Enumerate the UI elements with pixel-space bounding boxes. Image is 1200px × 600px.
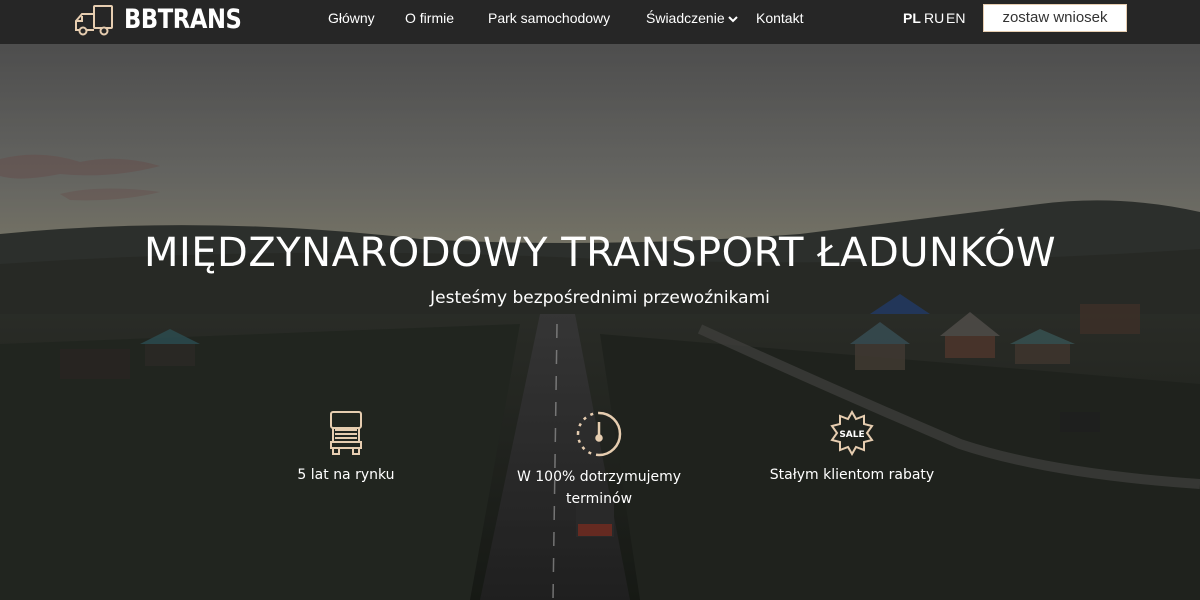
svg-text:SALE: SALE (839, 430, 864, 440)
nav-item-about[interactable]: O firmie (405, 0, 454, 36)
feature-experience-label: 5 lat na rynku (297, 467, 395, 483)
truck-logo-icon (75, 5, 113, 36)
nav-item-contact[interactable]: Kontakt (756, 0, 803, 36)
nav-item-fleet[interactable]: Park samochodowy (488, 0, 610, 36)
feature-deadlines: W 100% dotrzymujemy terminów (489, 410, 709, 510)
logo[interactable]: BBTRANS (72, 2, 264, 38)
feature-discounts: SALE Stałym klientom rabaty (742, 410, 962, 486)
hero-background-image (0, 44, 1200, 600)
lang-pl[interactable]: PL (903, 0, 921, 36)
truck-icon (330, 411, 362, 455)
feature-discounts-label: Stałym klientom rabaty (769, 467, 935, 483)
nav-item-home[interactable]: Główny (328, 0, 375, 36)
lang-ru[interactable]: RU (924, 0, 944, 36)
site-header: BBTRANS Główny O firmie Park samochodowy… (0, 0, 1200, 44)
chevron-down-icon (727, 16, 738, 23)
sale-badge-icon: SALE (830, 410, 874, 456)
feature-deadlines-label: W 100% dotrzymujemy terminów (516, 469, 682, 507)
hero-subtitle: Jesteśmy bezpośrednimi przewoźnikami (430, 288, 770, 308)
hero-section: MIĘDZYNARODOWY TRANSPORT ŁADUNKÓW Jesteś… (0, 44, 1200, 600)
lang-en[interactable]: EN (946, 0, 965, 36)
feature-experience: 5 lat na rynku (236, 410, 456, 486)
nav-item-services-label: Świadczenie (646, 10, 725, 26)
clock-icon (576, 411, 622, 457)
nav-item-services[interactable]: Świadczenie (646, 0, 738, 36)
request-button[interactable]: zostaw wniosek (983, 4, 1127, 32)
hero-title: MIĘDZYNARODOWY TRANSPORT ŁADUNKÓW (143, 230, 1057, 276)
brand-name: BBTRANS (124, 4, 242, 35)
